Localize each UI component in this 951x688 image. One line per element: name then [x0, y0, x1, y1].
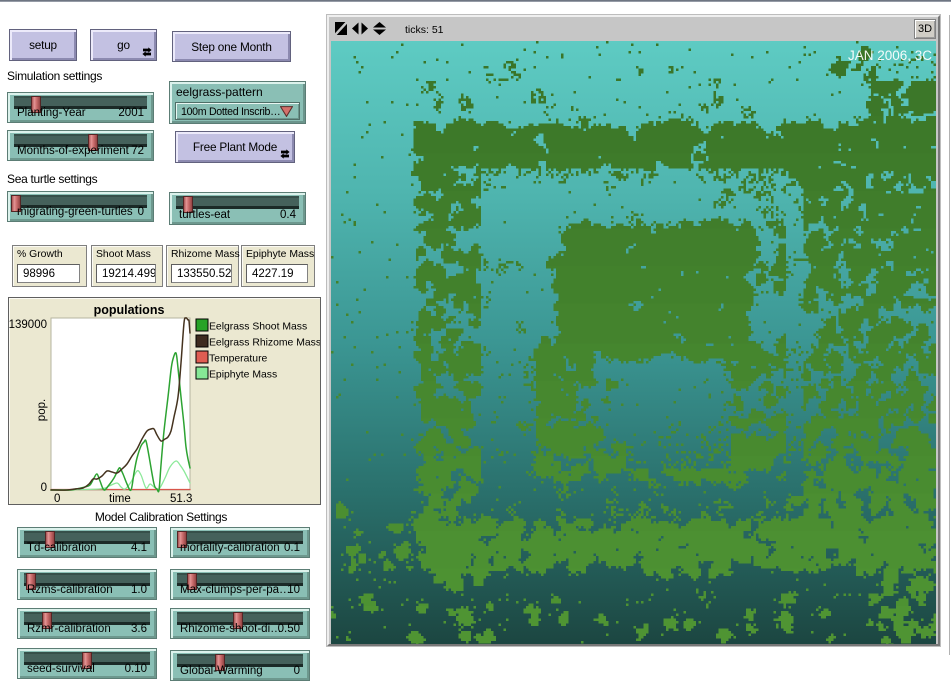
- svg-text:Eelgrass Rhizome Mass: Eelgrass Rhizome Mass: [209, 338, 320, 349]
- svg-text:Temperature: Temperature: [209, 354, 268, 365]
- svg-text:time: time: [109, 493, 131, 504]
- svg-text:0: 0: [54, 493, 60, 504]
- svg-text:pop.: pop.: [36, 399, 48, 421]
- svg-text:Epiphyte Mass: Epiphyte Mass: [209, 370, 277, 381]
- svg-text:Eelgrass Shoot Mass: Eelgrass Shoot Mass: [209, 322, 307, 333]
- svg-text:51.3: 51.3: [170, 493, 192, 504]
- svg-text:139000: 139000: [9, 319, 47, 331]
- svg-text:JAN 2006, 3C: JAN 2006, 3C: [848, 48, 932, 63]
- svg-text:0: 0: [41, 482, 47, 494]
